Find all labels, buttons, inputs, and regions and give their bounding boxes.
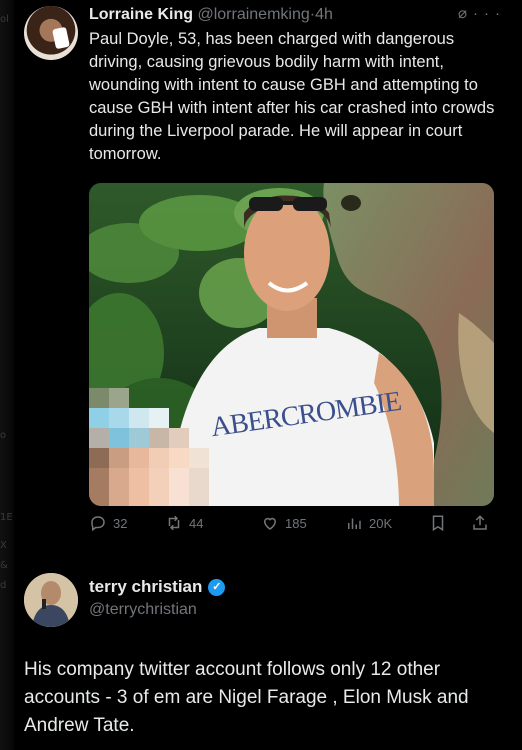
author-name-row: terry christian ✓	[89, 577, 226, 597]
repost-button[interactable]: 44	[165, 514, 203, 532]
author-handle[interactable]: @terrychristian	[89, 601, 197, 619]
share-icon	[473, 515, 487, 530]
avatar[interactable]	[24, 573, 78, 627]
tweet-text: Paul Doyle, 53, has been charged with da…	[89, 30, 495, 163]
bookmark-icon	[432, 515, 444, 532]
reply-count: 32	[113, 515, 128, 531]
views-button[interactable]: 20K	[345, 514, 392, 532]
tweet-header: Lorraine King @lorrainemking·4h	[89, 4, 509, 26]
grok-icon[interactable]: ⌀	[458, 5, 473, 22]
tweet-text: His company twitter account follows only…	[24, 659, 469, 736]
views-icon	[348, 518, 361, 529]
like-button[interactable]: 185	[261, 514, 307, 532]
verified-badge-icon: ✓	[208, 578, 226, 596]
tweet-action-bar: 32 44 185 20K	[89, 514, 499, 536]
avatar[interactable]	[24, 6, 78, 60]
reply-button[interactable]: 32	[89, 514, 127, 532]
adjacent-panel-edge: ol o 1E X & d	[0, 0, 14, 750]
reply-icon	[91, 516, 105, 532]
tweet-media-photo[interactable]: ABERCROMBIE	[89, 183, 494, 506]
bookmark-button[interactable]	[429, 514, 447, 532]
like-icon	[263, 517, 277, 530]
tweet-header-icons: ⌀···	[458, 4, 506, 22]
author-handle[interactable]: @lorrainemking	[197, 6, 309, 23]
like-count: 185	[285, 515, 307, 531]
repost-icon	[168, 515, 180, 531]
timestamp[interactable]: 4h	[315, 6, 333, 23]
views-count: 20K	[369, 515, 393, 531]
repost-count: 44	[189, 515, 204, 531]
author-name[interactable]: Lorraine King	[89, 6, 193, 23]
more-icon[interactable]: ···	[473, 5, 506, 22]
author-name[interactable]: terry christian	[89, 577, 202, 597]
share-button[interactable]	[471, 514, 489, 532]
